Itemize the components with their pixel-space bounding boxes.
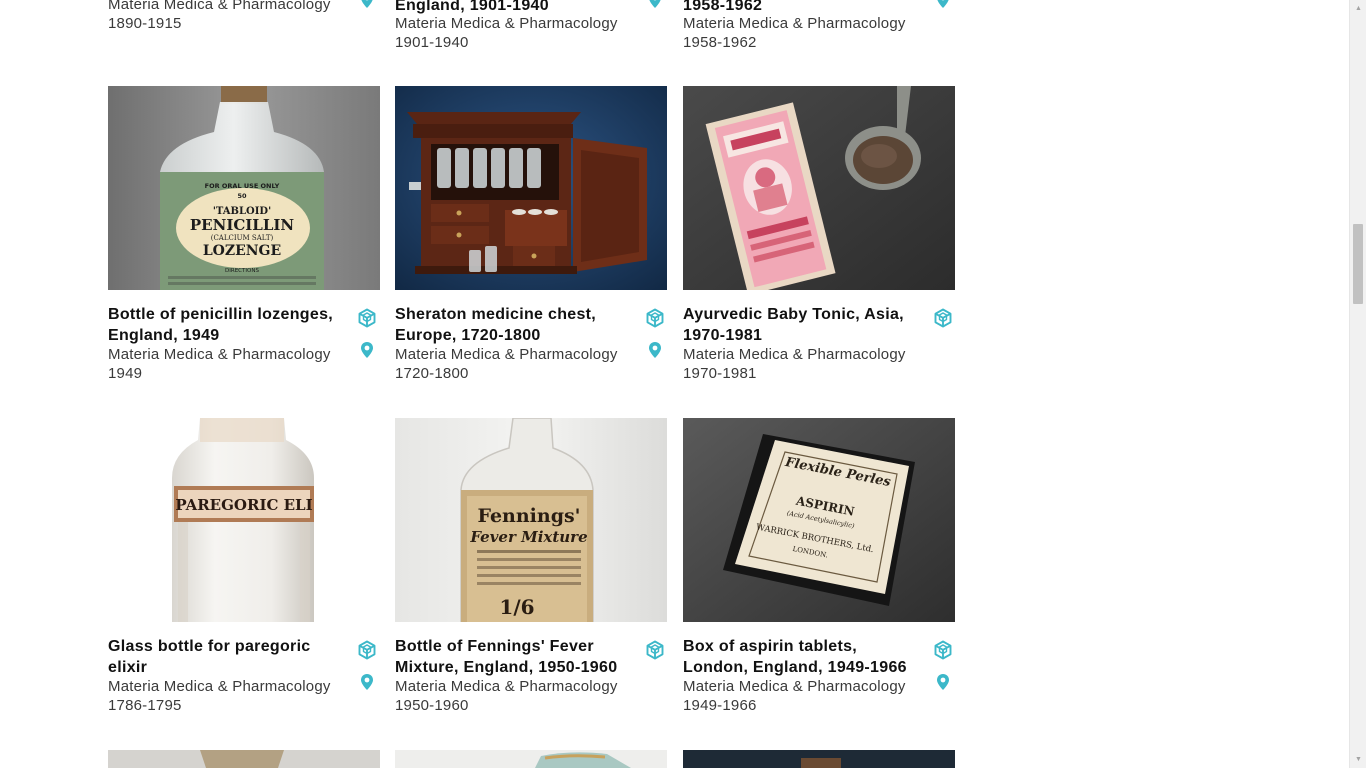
item-image[interactable] [683, 750, 955, 768]
item-image[interactable] [108, 750, 380, 768]
card-title[interactable]: Bottle of penicillin lozenges, [108, 304, 348, 325]
result-card[interactable]: England, 1901-1940 Materia Medica & Phar… [395, 0, 667, 56]
card-title[interactable]: 1970-1981 [683, 325, 923, 346]
result-card[interactable]: Flexible Perles ASPIRIN (Acid Acetylsali… [683, 418, 955, 718]
card-date: 1950-1960 [395, 697, 469, 714]
scrollbar-thumb[interactable] [1353, 224, 1363, 304]
card-title[interactable]: Europe, 1720-1800 [395, 325, 635, 346]
card-category: Materia Medica & Pharmacology [108, 0, 331, 13]
card-title[interactable]: Box of aspirin tablets, [683, 636, 923, 657]
card-category: Materia Medica & Pharmacology [108, 678, 331, 695]
card-date: 1949 [108, 365, 143, 382]
card-date: 1720-1800 [395, 365, 469, 382]
location-pin-icon[interactable] [933, 0, 953, 10]
card-date: 1958-1962 [683, 34, 757, 51]
ayurvedic-baby-tonic-image[interactable] [683, 86, 955, 290]
result-card[interactable]: PAREGORIC ELI Glass bottle for paregoric… [108, 418, 380, 718]
card-category: Materia Medica & Pharmacology [395, 346, 618, 363]
label-text: Fever Mixture [469, 528, 587, 546]
label-text: (CALCIUM SALT) [211, 234, 274, 242]
3d-model-icon[interactable] [645, 640, 665, 660]
card-category: Materia Medica & Pharmacology [395, 15, 618, 32]
3d-model-icon[interactable] [933, 640, 953, 660]
paregoric-elixir-bottle-image[interactable]: PAREGORIC ELI [108, 418, 380, 622]
card-category: Materia Medica & Pharmacology [395, 678, 618, 695]
card-date: 1970-1981 [683, 365, 757, 382]
location-pin-icon[interactable] [357, 672, 377, 692]
label-text: Fennings' [478, 505, 581, 527]
location-pin-icon[interactable] [357, 340, 377, 360]
card-title[interactable]: England, 1949 [108, 325, 348, 346]
label-text: FOR ORAL USE ONLY [205, 182, 280, 190]
label-text: 1/6 [499, 595, 534, 619]
card-title[interactable]: London, England, 1949-1966 [683, 657, 923, 678]
card-title[interactable]: elixir [108, 657, 348, 678]
vertical-scrollbar[interactable]: ▲ ▼ [1349, 0, 1366, 768]
result-card[interactable] [395, 750, 667, 768]
card-date: 1890-1915 [108, 15, 182, 32]
card-date: 1786-1795 [108, 697, 182, 714]
result-card[interactable]: Sheraton medicine chest, Europe, 1720-18… [395, 86, 667, 386]
penicillin-lozenges-bottle-image[interactable]: FOR ORAL USE ONLY 50 'TABLOID' PENICILLI… [108, 86, 380, 290]
aspirin-tablets-box-image[interactable]: Flexible Perles ASPIRIN (Acid Acetylsali… [683, 418, 955, 622]
card-category: Materia Medica & Pharmacology [683, 678, 906, 695]
card-title[interactable]: Mixture, England, 1950-1960 [395, 657, 635, 678]
item-image[interactable] [395, 750, 667, 768]
fennings-fever-mixture-image[interactable]: Fennings' Fever Mixture 1/6 [395, 418, 667, 622]
sheraton-medicine-chest-image[interactable] [395, 86, 667, 290]
label-text: LOZENGE [203, 243, 281, 259]
location-pin-icon[interactable] [357, 0, 377, 10]
scroll-up-arrow-icon[interactable]: ▲ [1350, 0, 1366, 17]
3d-model-icon[interactable] [645, 308, 665, 328]
result-card[interactable]: Materia Medica & Pharmacology 1890-1915 [108, 0, 380, 56]
location-pin-icon[interactable] [645, 0, 665, 10]
card-title[interactable]: Bottle of Fennings' Fever [395, 636, 635, 657]
result-card[interactable]: Ayurvedic Baby Tonic, Asia, 1970-1981 Ma… [683, 86, 955, 386]
card-date: 1901-1940 [395, 34, 469, 51]
label-text: DIRECTIONS [225, 268, 259, 274]
card-category: Materia Medica & Pharmacology [108, 346, 331, 363]
location-pin-icon[interactable] [645, 340, 665, 360]
label-text: 50 [237, 192, 247, 200]
card-title[interactable]: Ayurvedic Baby Tonic, Asia, [683, 304, 923, 325]
3d-model-icon[interactable] [933, 308, 953, 328]
scroll-down-arrow-icon[interactable]: ▼ [1350, 751, 1366, 768]
result-card[interactable] [108, 750, 380, 768]
results-page: Materia Medica & Pharmacology 1890-1915 … [0, 0, 1349, 768]
result-card[interactable]: Fennings' Fever Mixture 1/6 Bottle of Fe… [395, 418, 667, 718]
card-date: 1949-1966 [683, 697, 757, 714]
location-pin-icon[interactable] [933, 672, 953, 692]
result-card[interactable]: 1958-1962 Materia Medica & Pharmacology … [683, 0, 955, 56]
card-category: Materia Medica & Pharmacology [683, 15, 906, 32]
label-text: PENICILLIN [190, 216, 295, 234]
card-category: Materia Medica & Pharmacology [683, 346, 906, 363]
card-title[interactable]: Glass bottle for paregoric [108, 636, 348, 657]
result-card[interactable] [683, 750, 955, 768]
3d-model-icon[interactable] [357, 640, 377, 660]
result-card[interactable]: FOR ORAL USE ONLY 50 'TABLOID' PENICILLI… [108, 86, 380, 386]
card-title[interactable]: Sheraton medicine chest, [395, 304, 635, 325]
3d-model-icon[interactable] [357, 308, 377, 328]
label-text: PAREGORIC ELI [175, 496, 312, 514]
